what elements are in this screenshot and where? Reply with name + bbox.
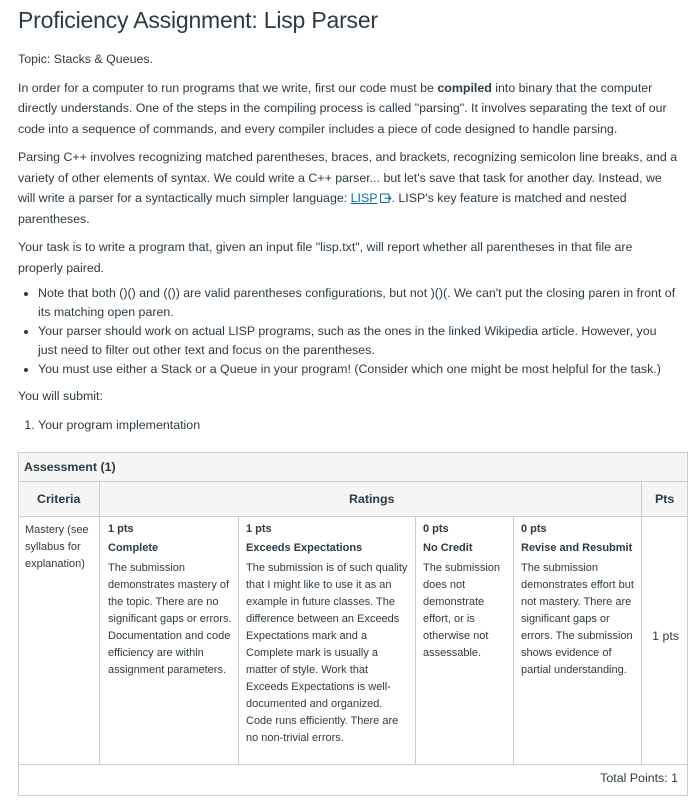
ratings-header: Ratings <box>349 492 395 506</box>
rating-divider <box>415 517 416 764</box>
intro-paragraph: In order for a computer to run programs … <box>18 78 679 140</box>
rubric-title: Assessment (1) <box>19 453 687 482</box>
rating-label: Complete <box>108 542 159 554</box>
rubric-header-row: Criteria Ratings Pts <box>19 482 687 517</box>
rating-points: 0 pts <box>521 523 547 535</box>
column-divider <box>99 482 100 764</box>
list-item: Note that both ()() and (()) are valid p… <box>38 284 679 322</box>
rating-revise: 0 pts Revise and Resubmit The submission… <box>521 521 637 679</box>
rating-points: 1 pts <box>246 523 272 535</box>
list-item: Your parser should work on actual LISP p… <box>38 322 679 360</box>
list-item: You must use either a Stack or a Queue i… <box>38 360 679 379</box>
rating-label: Exceeds Expectations <box>246 542 363 554</box>
topic-line: Topic: Stacks & Queues. <box>18 52 153 66</box>
rating-points: 1 pts <box>108 523 134 535</box>
rating-exceeds: 1 pts Exceeds Expectations The submissio… <box>246 521 411 747</box>
rating-description: The submission does not demonstrate effo… <box>423 562 501 659</box>
rating-label: No Credit <box>423 542 473 554</box>
task-paragraph: Your task is to write a program that, gi… <box>18 240 633 275</box>
assignment-page: Proficiency Assignment: Lisp Parser Topi… <box>0 0 698 435</box>
page-title: Proficiency Assignment: Lisp Parser <box>18 7 378 33</box>
rating-complete: 1 pts Complete The submission demonstrat… <box>108 521 236 679</box>
compiled-term: compiled <box>437 80 492 95</box>
rating-description: The submission is of such quality that I… <box>246 562 408 744</box>
column-divider <box>641 482 642 764</box>
criterion-description: Mastery (see syllabus for explanation) <box>25 524 89 570</box>
pts-header: Pts <box>655 492 675 506</box>
rating-points: 0 pts <box>423 523 449 535</box>
rating-description: The submission demonstrates mastery of t… <box>108 562 232 676</box>
notes-list: Note that both ()() and (()) are valid p… <box>18 284 679 379</box>
submit-list: Your program implementation <box>18 415 679 435</box>
intro-text-start: In order for a computer to run programs … <box>18 80 438 95</box>
total-points: Total Points: 1 <box>600 771 678 785</box>
list-item: Your program implementation <box>38 415 679 435</box>
parsing-paragraph: Parsing C++ involves recognizing matched… <box>18 147 679 229</box>
rating-description: The submission demonstrates effort but n… <box>521 562 634 676</box>
submit-intro: You will submit: <box>18 389 103 403</box>
rating-no-credit: 0 pts No Credit The submission does not … <box>423 521 511 662</box>
rating-divider <box>238 517 239 764</box>
external-link-icon[interactable] <box>379 193 392 203</box>
rubric-table: Assessment (1) Criteria Ratings Pts Mast… <box>18 452 688 796</box>
rating-label: Revise and Resubmit <box>521 542 633 554</box>
criteria-header: Criteria <box>37 492 81 506</box>
rating-divider <box>513 517 514 764</box>
row-divider <box>19 764 687 765</box>
lisp-link[interactable]: LISP <box>351 191 378 205</box>
criterion-points: 1 pts <box>652 629 679 643</box>
